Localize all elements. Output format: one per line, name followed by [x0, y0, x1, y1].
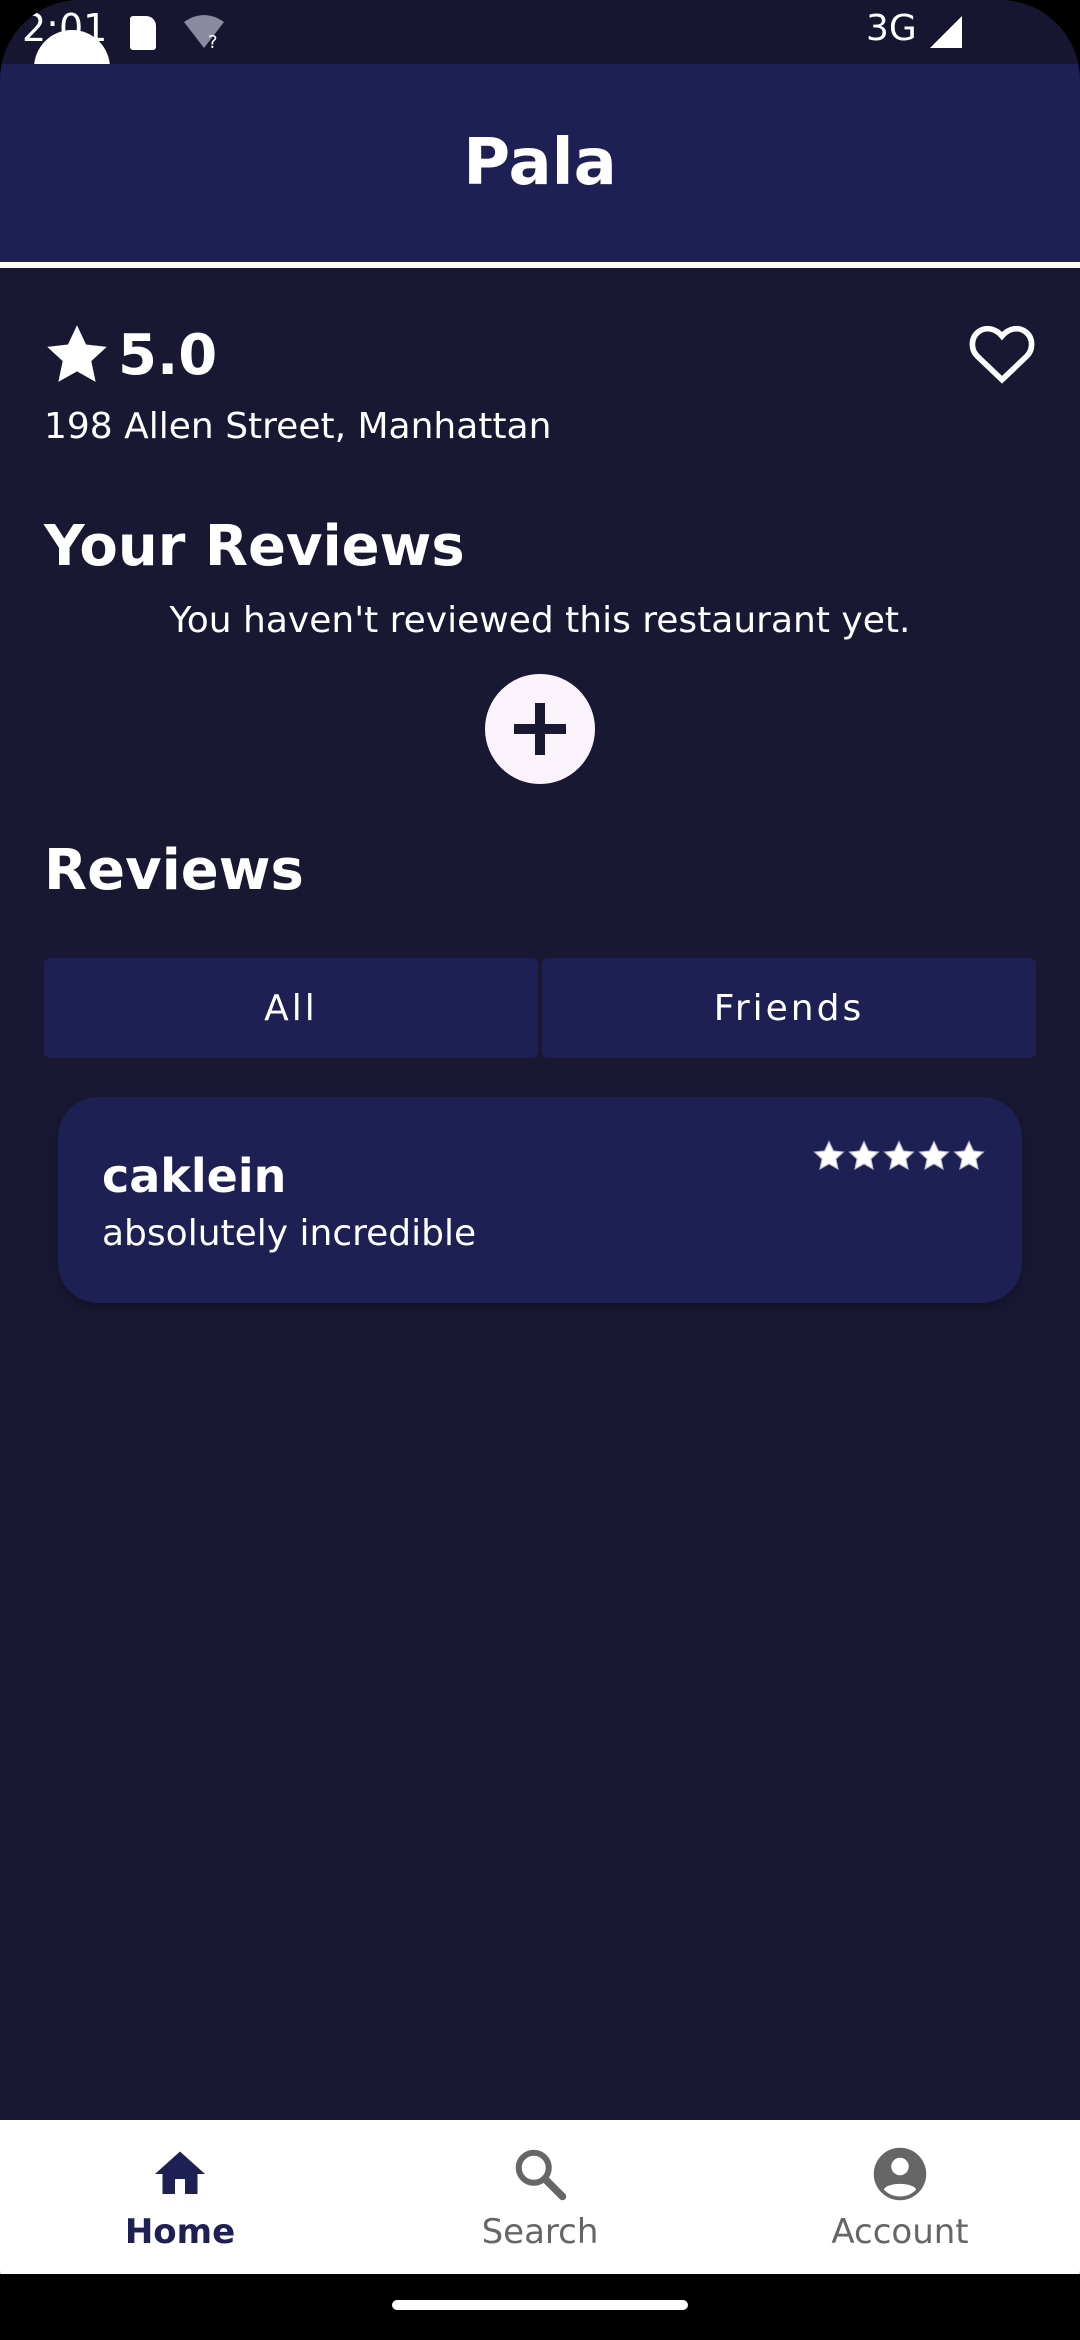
gesture-handle[interactable] — [392, 2300, 688, 2310]
restaurant-screen: 2:01 ? 3G Pala 5.0 198 Allen Street, Man… — [0, 0, 1080, 2340]
tab-friends[interactable]: Friends — [542, 958, 1036, 1058]
wifi-unknown-icon: ? — [184, 15, 224, 50]
bottom-navigation: Home Search Account — [0, 2120, 1080, 2274]
review-star-icon — [883, 1140, 915, 1171]
nav-home[interactable]: Home — [0, 2120, 360, 2274]
no-review-message: You haven't reviewed this restaurant yet… — [169, 600, 911, 641]
page-title: Pala — [463, 126, 617, 200]
network-type: 3G — [866, 8, 917, 49]
review-star-icon — [918, 1140, 950, 1171]
account-icon — [873, 2147, 927, 2201]
rating-row: 5.0 — [42, 320, 217, 390]
favorite-heart-icon[interactable] — [968, 322, 1036, 384]
plus-icon — [514, 703, 566, 755]
divider — [0, 262, 1080, 268]
tab-all[interactable]: All — [44, 958, 538, 1058]
search-icon — [515, 2149, 567, 2201]
status-bar: 2:01 ? 3G — [0, 0, 1080, 64]
system-navigation-bar — [0, 2274, 1080, 2340]
star-icon — [47, 325, 107, 382]
home-icon — [155, 2151, 205, 2194]
signal-icon — [930, 16, 962, 48]
reviews-heading: Reviews — [44, 838, 304, 903]
review-star-icon — [953, 1140, 985, 1171]
review-star-icon — [813, 1140, 845, 1171]
sd-card-icon — [130, 16, 156, 50]
add-review-button[interactable] — [485, 674, 595, 784]
svg-text:?: ? — [208, 32, 218, 50]
nav-account-label: Account — [831, 2212, 969, 2252]
nav-home-label: Home — [124, 2212, 236, 2252]
review-star-icon — [848, 1140, 880, 1171]
review-text: absolutely incredible — [102, 1213, 477, 1254]
nav-account[interactable]: Account — [720, 2120, 1080, 2274]
nav-search[interactable]: Search — [360, 2120, 720, 2274]
restaurant-address: 198 Allen Street, Manhattan — [44, 406, 552, 447]
nav-search-label: Search — [481, 2212, 599, 2252]
rating-value: 5.0 — [118, 322, 218, 388]
review-filter-tabs: All Friends — [44, 958, 1036, 1058]
review-username: caklein — [102, 1149, 287, 1203]
review-star-rating — [812, 1139, 986, 1173]
review-card[interactable]: caklein absolutely incredible — [58, 1097, 1022, 1303]
app-bar: Pala — [0, 64, 1080, 262]
your-reviews-heading: Your Reviews — [44, 514, 465, 579]
